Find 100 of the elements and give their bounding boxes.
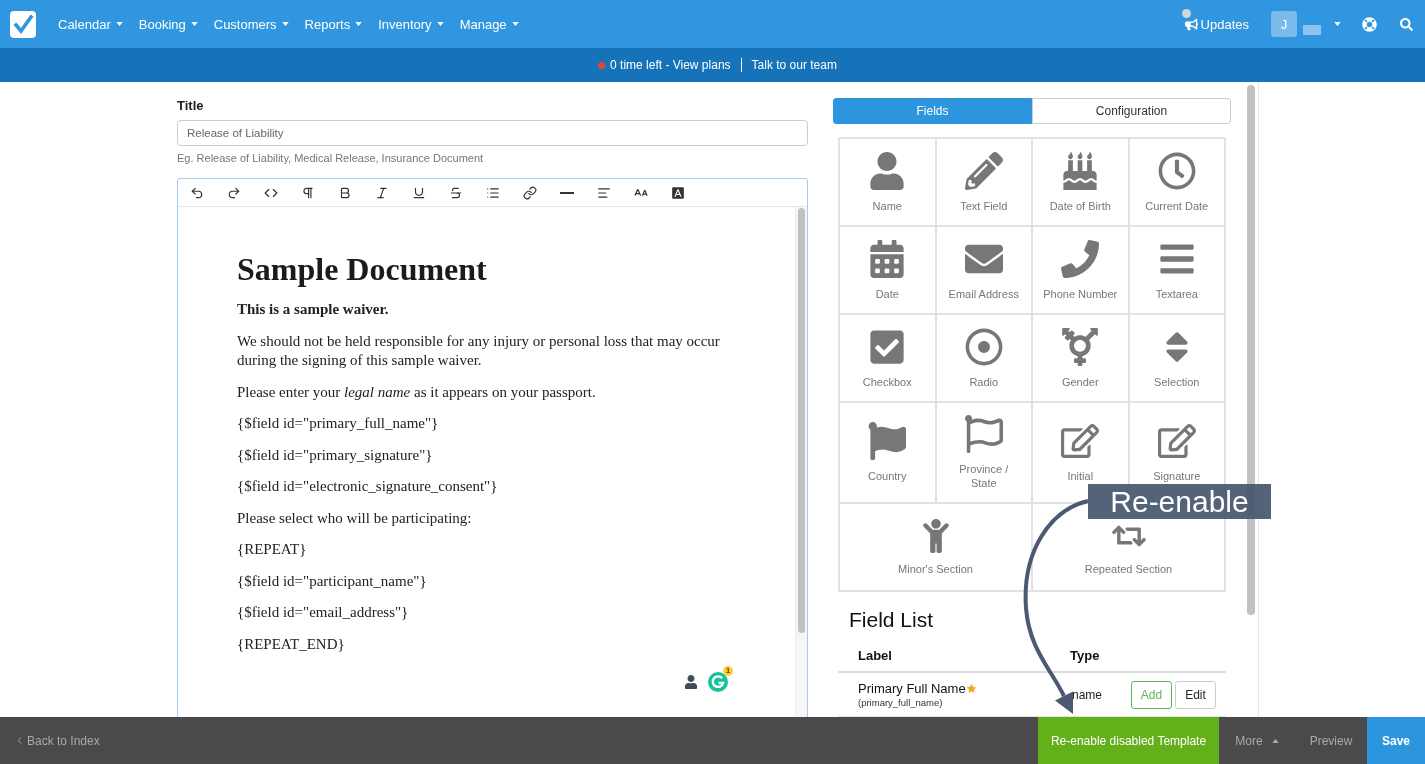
field-tile[interactable]: Gender xyxy=(1033,315,1128,401)
cake-icon xyxy=(1061,151,1100,190)
back-link[interactable]: Back to Index xyxy=(0,733,100,748)
field-tile[interactable]: Province / State xyxy=(936,403,1031,502)
calendar-icon xyxy=(868,239,907,278)
field-type: name xyxy=(1072,687,1103,702)
clock-icon xyxy=(1157,151,1196,190)
nav-menu[interactable]: Inventory xyxy=(370,9,452,39)
caret-icon xyxy=(436,22,444,26)
column-header: Type xyxy=(1070,648,1100,663)
radio-icon xyxy=(964,327,1003,366)
nav-menu[interactable]: Booking xyxy=(130,9,206,39)
nav-menu[interactable]: Customers xyxy=(205,9,297,39)
nav-menu[interactable]: Manage xyxy=(451,9,527,39)
document-paragraph: Please enter your legal name as it appears on your passport. xyxy=(237,382,597,402)
add-button[interactable]: Add xyxy=(1131,680,1172,709)
document-paragraph: We should not be held responsible for any injury or personal loss that may occur during the signing of this sample waiver. xyxy=(237,331,721,370)
document-paragraph: {$field id="primary_full_name"} xyxy=(237,414,440,433)
flag-icon xyxy=(868,422,907,460)
user-icon xyxy=(868,151,907,190)
field-tile[interactable]: Country xyxy=(840,403,935,502)
re-enable-button[interactable]: Re-enable disabled Template xyxy=(1038,717,1219,764)
edit-icon xyxy=(1061,422,1100,460)
hidden-name-block xyxy=(1303,25,1321,35)
search-icon xyxy=(1400,17,1413,31)
field-tile[interactable]: Minor's Section xyxy=(840,504,1031,590)
view-plans-link[interactable]: 0 time left - View plans xyxy=(610,58,731,72)
logo-icon[interactable] xyxy=(10,10,36,38)
undo-icon xyxy=(189,185,204,200)
caret-icon xyxy=(190,22,198,26)
scrollbar-thumb[interactable] xyxy=(1247,85,1255,615)
document-heading: Sample Document xyxy=(237,250,487,289)
italic-icon xyxy=(374,185,389,200)
document-paragraph: {REPEAT_END} xyxy=(237,634,346,654)
status-dot-icon xyxy=(598,61,606,69)
text-highlight-icon xyxy=(670,185,685,200)
notification-dot-icon xyxy=(1181,9,1191,18)
checkbox-icon xyxy=(868,327,907,366)
phone-icon xyxy=(1061,239,1100,278)
title-input[interactable]: Release of Liability xyxy=(177,120,808,146)
field-tile[interactable]: Current Date xyxy=(1129,139,1224,225)
field-tile[interactable]: Email Address xyxy=(936,227,1031,313)
caret-icon xyxy=(1334,22,1341,26)
user-menu-button[interactable] xyxy=(1334,22,1341,26)
megaphone-icon xyxy=(1184,17,1198,31)
field-tile[interactable]: Phone Number xyxy=(1033,227,1128,313)
title-label: Title xyxy=(177,98,204,114)
panel-tab[interactable]: Configuration xyxy=(1032,98,1231,124)
updates-button[interactable]: Updates xyxy=(1184,9,1249,39)
flag-outline-icon xyxy=(964,415,1003,453)
field-tile[interactable]: Name xyxy=(840,139,935,225)
panel-tab[interactable]: Fields xyxy=(833,98,1032,124)
field-list-title: Field List xyxy=(849,608,934,632)
field-key: (primary_full_name) xyxy=(858,697,943,708)
caret-icon xyxy=(355,22,363,26)
paragraph-icon xyxy=(300,185,315,200)
field-tile[interactable]: Radio xyxy=(936,315,1031,401)
document-paragraph: This is a sample waiver. xyxy=(237,300,390,319)
field-tile[interactable]: Checkbox xyxy=(840,315,935,401)
column-header: Label xyxy=(858,648,892,663)
field-tile[interactable]: Text Field xyxy=(936,139,1031,225)
underline-icon xyxy=(411,185,426,200)
field-label: Primary Full Name xyxy=(858,681,966,696)
user-icon[interactable] xyxy=(684,675,698,689)
contact-link[interactable]: Talk to our team xyxy=(751,58,837,72)
line-icon xyxy=(559,191,574,194)
caret-icon xyxy=(1271,738,1279,743)
list-icon xyxy=(485,185,500,200)
field-tile[interactable]: Textarea xyxy=(1129,227,1224,313)
lifebuoy-icon xyxy=(1362,16,1377,32)
search-button[interactable] xyxy=(1400,17,1413,31)
document-paragraph: {$field id="participant_name"} xyxy=(237,571,428,591)
nav-menu[interactable]: Calendar xyxy=(50,9,131,39)
pencil-icon xyxy=(964,151,1003,190)
caret-icon xyxy=(511,22,519,26)
document-paragraph: {$field id="primary_signature"} xyxy=(237,445,434,465)
caret-icon xyxy=(281,22,289,26)
document-paragraph: Please select who will be participating: xyxy=(237,508,473,528)
redo-icon xyxy=(226,185,241,200)
more-button[interactable]: More xyxy=(1219,717,1295,764)
save-button[interactable]: Save xyxy=(1367,717,1425,764)
scrollbar-thumb[interactable] xyxy=(798,208,805,633)
document-paragraph: {$field id="electronic_signature_consent"} xyxy=(237,477,499,496)
field-tile[interactable]: Selection xyxy=(1129,315,1224,401)
edit-button[interactable]: Edit xyxy=(1175,680,1216,709)
link-icon xyxy=(522,185,537,200)
strikethrough-icon xyxy=(448,185,463,200)
document-paragraph: {$field id="email_address"} xyxy=(237,603,410,622)
help-button[interactable] xyxy=(1362,16,1377,32)
document-paragraph: {REPEAT} xyxy=(237,540,308,559)
caret-icon xyxy=(115,22,123,26)
title-hint: Eg. Release of Liability, Medical Release, Insurance Document xyxy=(177,151,484,165)
edit-icon xyxy=(1157,422,1196,460)
align-left-icon xyxy=(596,185,611,200)
annotation-tooltip: Re-enable xyxy=(1088,484,1271,519)
gender-icon xyxy=(1061,327,1100,366)
nav-menu[interactable]: Reports xyxy=(296,9,371,39)
field-tile[interactable]: Date of Birth xyxy=(1033,139,1128,225)
field-tile[interactable]: Date xyxy=(840,227,935,313)
preview-button[interactable]: Preview xyxy=(1295,717,1367,764)
